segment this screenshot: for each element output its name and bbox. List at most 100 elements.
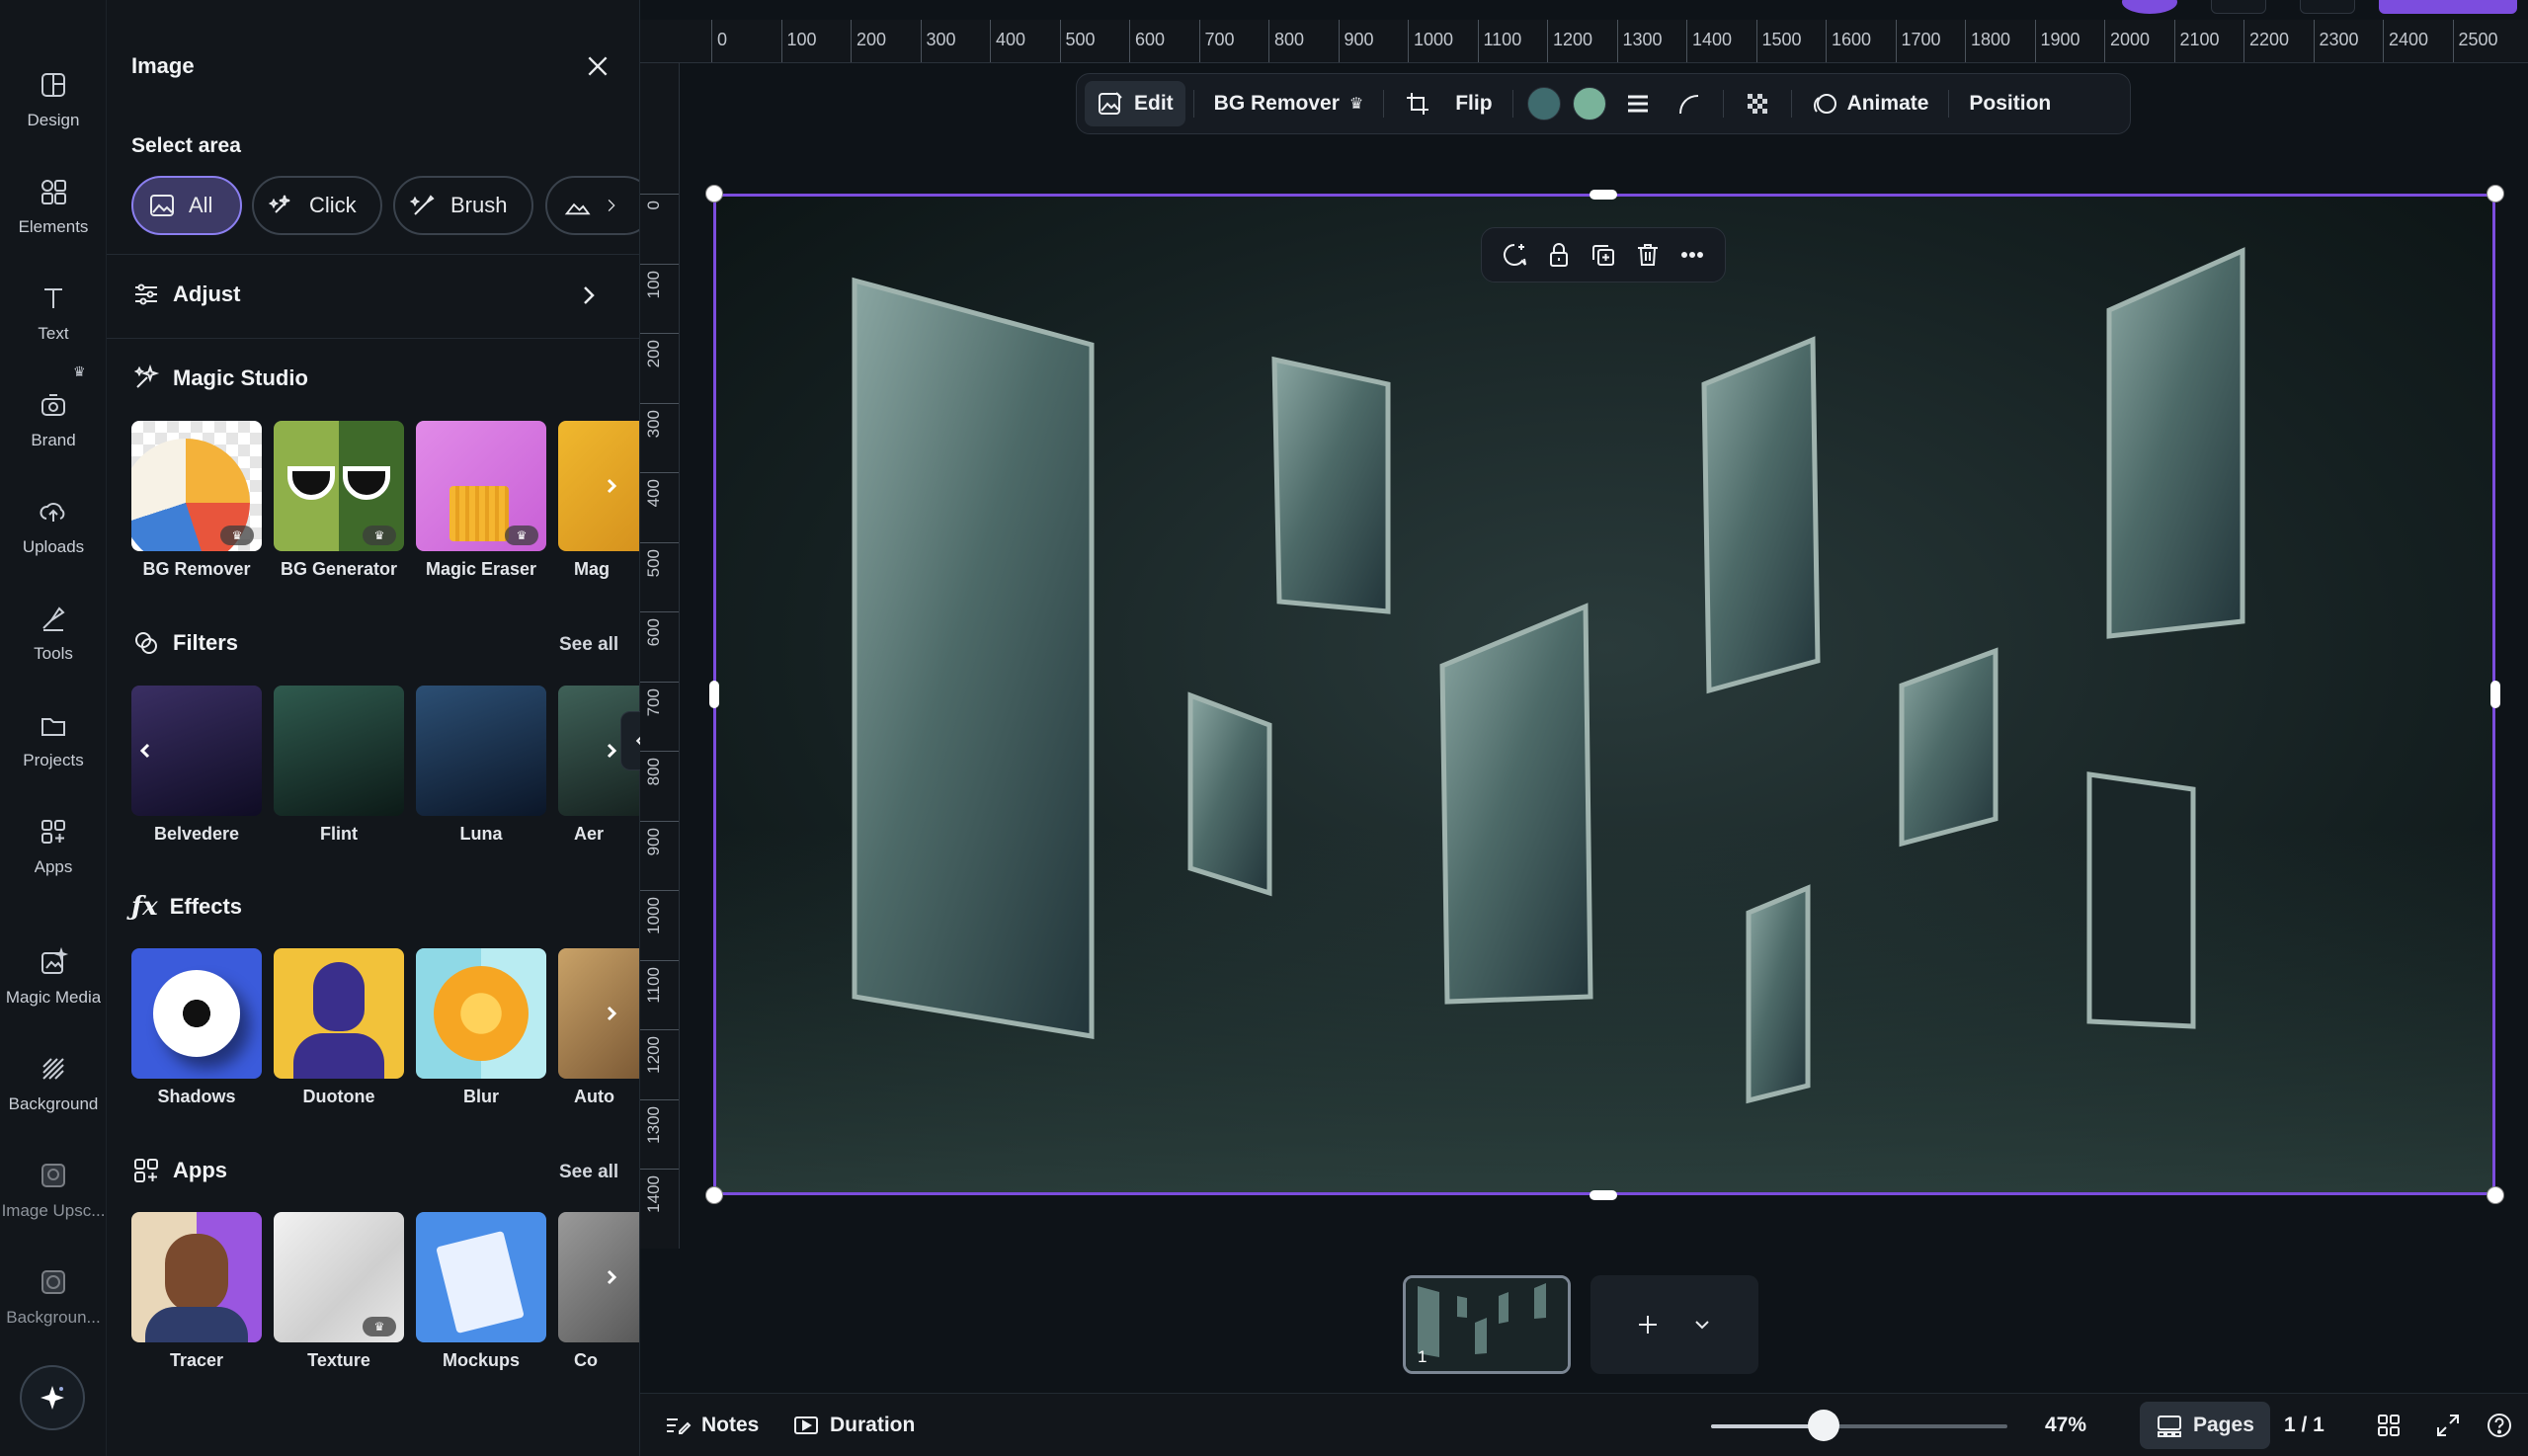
effect-blur-image	[416, 948, 546, 1079]
rail-item-design[interactable]: Design	[0, 49, 107, 148]
apps-see-all[interactable]: See all	[559, 1162, 618, 1183]
grid-view-button[interactable]	[2375, 1394, 2412, 1456]
corner-radius-icon	[1678, 95, 1698, 115]
notes-button[interactable]: Notes	[664, 1394, 759, 1456]
scroll-right-button[interactable]	[594, 992, 629, 1035]
resize-handle-bottom[interactable]	[1590, 1190, 1617, 1200]
zoom-slider-handle[interactable]	[1808, 1410, 1839, 1441]
lock-icon[interactable]	[1544, 240, 1574, 270]
ruler-tick-label: 2200	[2249, 30, 2290, 49]
resize-handle-top-right[interactable]	[2487, 185, 2504, 202]
resize-handle-bottom-right[interactable]	[2487, 1186, 2504, 1204]
rail-item-image-upscaler[interactable]: Image Upsc...	[0, 1140, 107, 1239]
avatar[interactable]	[2122, 0, 2177, 14]
left-rail: Design Elements Text ♛ Brand Uploads Too…	[0, 0, 107, 1456]
app-mockups[interactable]: Mockups	[416, 1212, 546, 1371]
rail-item-apps[interactable]: Apps	[0, 796, 107, 895]
magic-assistant-button[interactable]	[20, 1365, 85, 1430]
rail-item-projects[interactable]: Projects	[0, 689, 107, 788]
bg-remover-tile[interactable]: ♛ BG Remover	[131, 421, 262, 580]
filters-icon	[135, 632, 157, 654]
rail-item-magic-media[interactable]: Magic Media	[0, 927, 107, 1025]
top-bar-strip	[640, 0, 2528, 20]
sparkle-icon	[41, 1386, 64, 1410]
filter-flint[interactable]: Flint	[274, 686, 404, 845]
zoom-slider[interactable]	[1711, 1424, 2007, 1428]
resize-handle-right[interactable]	[2490, 681, 2500, 708]
resize-handle-top-left[interactable]	[705, 185, 723, 202]
resize-handle-left[interactable]	[709, 681, 719, 708]
edit-button[interactable]: Edit	[1085, 81, 1185, 126]
help-button[interactable]	[2486, 1394, 2523, 1456]
magic-eraser-tile[interactable]: ♛ Magic Eraser	[416, 421, 546, 580]
animate-button[interactable]: Animate	[1800, 81, 1941, 126]
ruler-tick: 1100	[640, 959, 679, 1003]
filters-see-all[interactable]: See all	[559, 634, 618, 656]
effect-duotone[interactable]: Duotone	[274, 948, 404, 1107]
zoom-level[interactable]: 47%	[2045, 1394, 2086, 1456]
uploads-icon	[36, 494, 71, 529]
pages-label: Pages	[2193, 1414, 2254, 1436]
color-swatch-1[interactable]	[1526, 87, 1561, 121]
scroll-right-button[interactable]	[594, 1255, 629, 1299]
select-more-button[interactable]	[545, 176, 639, 235]
select-click-button[interactable]: Click	[252, 176, 382, 235]
effect-blur[interactable]: Blur	[416, 948, 546, 1107]
line-style-button[interactable]	[1612, 81, 1664, 126]
app-tracer[interactable]: Tracer	[131, 1212, 262, 1371]
select-all-button[interactable]: All	[131, 176, 242, 235]
pages-button[interactable]: Pages	[2140, 1402, 2270, 1449]
ruler-tick-label: 2300	[2319, 30, 2359, 49]
ruler-tick-label: 1000	[1414, 30, 1454, 49]
share-button[interactable]	[2379, 0, 2517, 14]
delete-icon[interactable]	[1633, 240, 1663, 270]
select-brush-button[interactable]: Brush	[393, 176, 533, 235]
top-button[interactable]	[2211, 0, 2266, 14]
rail-item-brand[interactable]: Brand	[0, 369, 107, 468]
effect-shadows[interactable]: Shadows	[131, 948, 262, 1107]
more-options-icon[interactable]	[1677, 240, 1707, 270]
close-panel-button[interactable]	[583, 51, 612, 81]
rail-item-tools[interactable]: Tools	[0, 583, 107, 682]
selected-image[interactable]	[713, 194, 2495, 1195]
app-mockups-image	[416, 1212, 546, 1342]
effects-title: Effects	[169, 894, 243, 919]
crop-button[interactable]	[1392, 81, 1443, 126]
filter-luna[interactable]: Luna	[416, 686, 546, 845]
chevron-right-icon[interactable]	[577, 283, 601, 307]
top-button[interactable]	[2300, 0, 2355, 14]
ruler-tick: 2500	[2452, 20, 2498, 62]
scroll-right-button[interactable]	[594, 464, 629, 508]
rail-item-background-app[interactable]: Backgroun...	[0, 1247, 107, 1345]
app-texture[interactable]: ♛ Texture	[274, 1212, 404, 1371]
tile-caption: BG Remover	[142, 559, 251, 579]
rail-item-elements[interactable]: Elements	[0, 156, 107, 255]
rail-item-uploads[interactable]: Uploads	[0, 476, 107, 575]
flip-button[interactable]: Flip	[1443, 81, 1504, 126]
bg-remover-button[interactable]: BG Remover ♛	[1202, 81, 1376, 126]
tools-icon	[36, 601, 71, 636]
duplicate-icon[interactable]	[1589, 240, 1618, 270]
comment-add-icon[interactable]	[1500, 240, 1529, 270]
chevron-down-icon[interactable]	[1688, 1311, 1716, 1338]
select-all-label: All	[189, 193, 213, 217]
bg-generator-tile[interactable]: ♛ BG Generator	[274, 421, 404, 580]
corner-rounding-button[interactable]	[1664, 81, 1715, 126]
fullscreen-button[interactable]	[2434, 1394, 2472, 1456]
adjust-row[interactable]: Adjust	[131, 280, 240, 309]
resize-handle-bottom-left[interactable]	[705, 1186, 723, 1204]
position-button[interactable]: Position	[1957, 81, 2063, 126]
panel-title: Image	[131, 53, 195, 78]
rail-item-text[interactable]: Text	[0, 263, 107, 362]
effect-shadows-image	[131, 948, 262, 1079]
resize-handle-top[interactable]	[1590, 190, 1617, 200]
color-swatch-2[interactable]	[1572, 87, 1606, 121]
scroll-left-button[interactable]	[131, 729, 163, 772]
ruler-tick-label: 1600	[1832, 30, 1872, 49]
rail-item-background[interactable]: Background	[0, 1033, 107, 1132]
transparency-button[interactable]	[1732, 81, 1783, 126]
duration-button[interactable]: Duration	[792, 1394, 915, 1456]
ruler-tick-label: 300	[926, 30, 956, 49]
add-page-button[interactable]	[1590, 1275, 1758, 1374]
page-thumbnail[interactable]: 1	[1403, 1275, 1571, 1374]
